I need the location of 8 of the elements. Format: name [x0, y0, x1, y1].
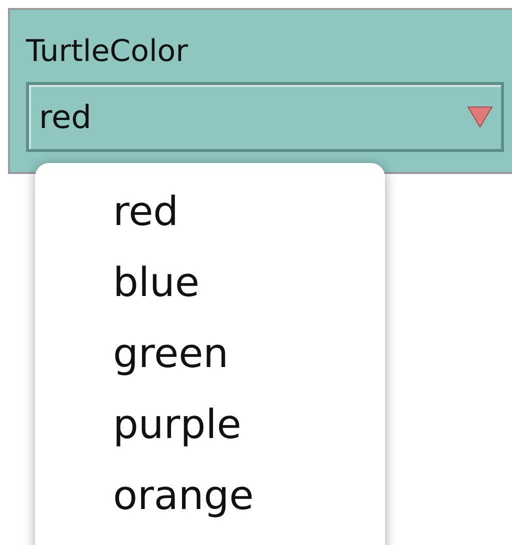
dropdown-triangle-icon [467, 106, 493, 128]
menu-item[interactable]: orange [35, 461, 254, 532]
chooser-label: TurtleColor [26, 33, 189, 71]
color-dropdown[interactable]: red [26, 82, 504, 152]
menu-item[interactable]: green [35, 319, 229, 390]
menu-item[interactable]: red [35, 177, 179, 248]
menu-item[interactable]: blue [35, 248, 200, 319]
menu-item[interactable]: purple [35, 390, 242, 461]
